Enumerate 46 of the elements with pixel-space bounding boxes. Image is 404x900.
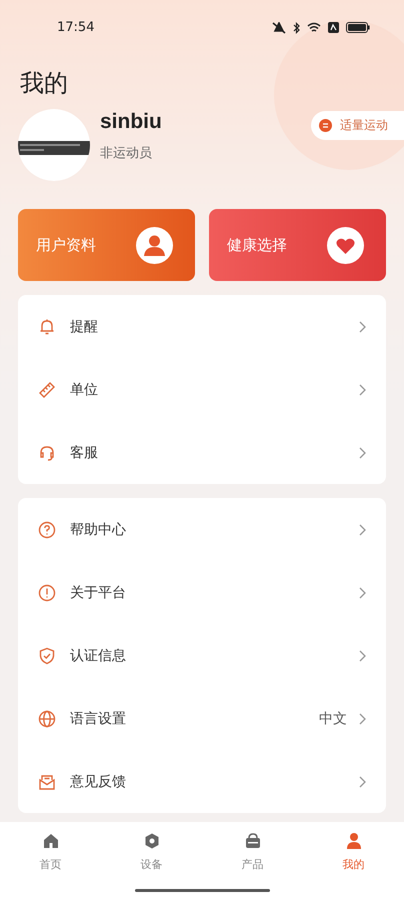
mute-icon [272,22,286,34]
menu-item[interactable]: 语言设置 中文 [38,687,366,750]
bluetooth-icon [293,22,300,34]
tab[interactable]: 产品 [202,832,303,876]
notification-icon [328,22,339,33]
chevron-right-icon [359,586,366,598]
shield-icon [38,646,56,664]
wifi-icon [307,22,321,33]
chevron-right-icon [359,320,366,332]
help-icon [38,520,56,538]
tab[interactable]: 我的 [303,832,404,876]
person-icon [136,226,173,264]
status-time: 17:54 [57,20,94,35]
headset-icon [38,444,56,462]
home-icon [42,832,60,850]
tab[interactable]: 设备 [101,832,202,876]
menu-item[interactable]: 单位 [38,358,366,421]
menu-item[interactable]: 提醒 [38,295,366,358]
user-name: sinbiu [100,110,162,134]
info-icon [38,584,56,602]
user-role: 非运动员 [100,145,153,162]
page-title: 我的 [20,68,68,99]
activity-badge[interactable]: 适量运动 [311,111,404,140]
menu-item[interactable]: 认证信息 [38,624,366,687]
mail-icon [38,772,56,790]
health-card[interactable]: 健康选择 [209,209,386,281]
user-icon [344,832,362,850]
list-icon [319,119,332,132]
chevron-right-icon [359,776,366,788]
chevron-right-icon [359,524,366,536]
tab[interactable]: 首页 [0,832,101,876]
ruler-icon [38,380,56,398]
menu-item[interactable]: 客服 [38,421,366,484]
chevron-right-icon [359,712,366,724]
setting-value: 中文 [319,710,347,728]
menu-item[interactable]: 帮助中心 [38,498,366,561]
globe-icon [38,710,56,728]
menu-item[interactable]: 意见反馈 [38,750,366,813]
badge-text: 适量运动 [340,117,388,134]
battery-icon [346,22,370,33]
chevron-right-icon [359,446,366,458]
chevron-right-icon [359,650,366,662]
device-icon [142,832,160,850]
bell-icon [38,318,56,336]
menu-item[interactable]: 关于平台 [38,561,366,624]
chevron-right-icon [359,384,366,396]
